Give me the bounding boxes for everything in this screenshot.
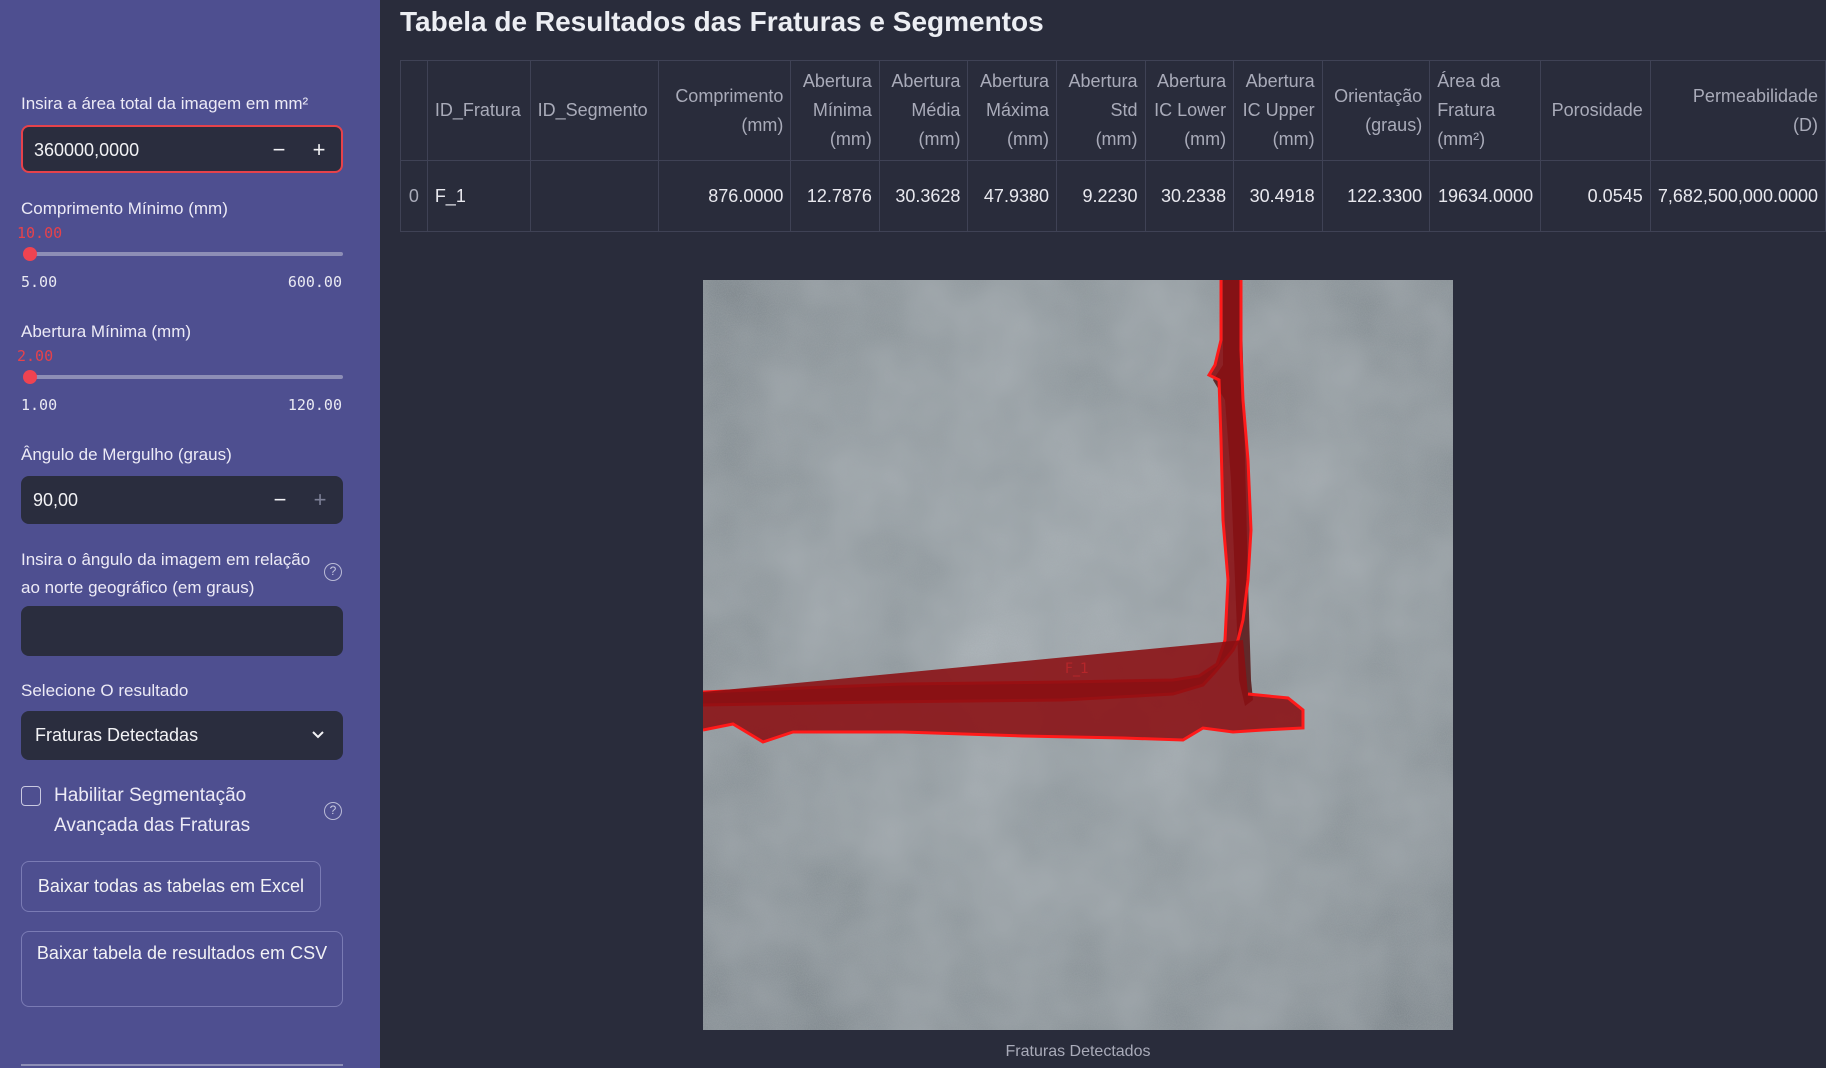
cell-comprimento: 876.0000: [658, 160, 792, 232]
col-header-id-segmento[interactable]: ID_Segmento: [529, 60, 660, 161]
cell-index: 0: [400, 160, 428, 232]
cell-abertura-minima: 12.7876: [790, 160, 880, 232]
cell-abertura-std: 9.2230: [1056, 160, 1146, 232]
cell-porosidade: 0.0545: [1540, 160, 1651, 232]
cell-abertura-ic-lower: 30.2338: [1144, 160, 1235, 232]
col-header-abertura-maxima[interactable]: Abertura Máxima (mm): [967, 60, 1057, 161]
comp-min-slider-value: 10.00: [17, 224, 63, 242]
fracture-label-f1: F_1: [1065, 661, 1089, 677]
col-header-orientacao[interactable]: Orientação (graus): [1321, 60, 1431, 161]
dip-increment-button[interactable]: +: [300, 477, 340, 523]
image-caption: Fraturas Detectados: [1005, 1043, 1151, 1060]
cell-abertura-ic-upper: 30.4918: [1233, 160, 1323, 232]
abert-min-slider-thumb[interactable]: [22, 370, 37, 384]
table-header-row: ID_Fratura ID_Segmento Comprimento (mm) A…: [400, 60, 1826, 161]
fracture-overlay-svg: F_1: [703, 280, 1453, 1030]
col-header-abertura-minima[interactable]: Abertura Mínima (mm): [790, 60, 880, 161]
comp-min-label: Comprimento Mínimo (mm): [21, 199, 228, 218]
col-header-comprimento[interactable]: Comprimento (mm): [658, 60, 792, 161]
dip-input-value[interactable]: 90,00: [33, 477, 78, 523]
col-header-area-fratura[interactable]: Área da Fratura (mm²): [1429, 60, 1542, 161]
results-table[interactable]: ID_Fratura ID_Segmento Comprimento (mm) A…: [400, 60, 1826, 232]
abert-min-slider-min: 1.00: [21, 396, 58, 414]
comp-min-slider-thumb[interactable]: [22, 247, 37, 261]
north-angle-input[interactable]: [21, 606, 343, 656]
cell-id-segmento: [529, 160, 660, 232]
comp-min-slider-min: 5.00: [21, 273, 58, 291]
col-header-abertura-ic-lower[interactable]: Abertura IC Lower (mm): [1144, 60, 1235, 161]
cell-orientacao: 122.3300: [1321, 160, 1431, 232]
col-header-porosidade[interactable]: Porosidade: [1540, 60, 1651, 161]
result-select-value: Fraturas Detectadas: [35, 725, 199, 745]
table-row[interactable]: 0 F_1 876.0000 12.7876 30.3628 47.9380 9…: [400, 160, 1826, 232]
sidebar-divider: [21, 1064, 343, 1066]
area-number-input[interactable]: 360000,0000 − +: [21, 125, 343, 173]
segmentation-checkbox-label[interactable]: Habilitar Segmentação Avançada das Fratu…: [54, 781, 294, 841]
cell-permeabilidade: 7,682,500,000.0000: [1649, 160, 1826, 232]
area-input-value[interactable]: 360000,0000: [34, 127, 139, 173]
comp-min-slider-max: 600.00: [287, 273, 342, 291]
comp-min-slider-track[interactable]: [24, 252, 343, 256]
cell-abertura-maxima: 47.9380: [967, 160, 1057, 232]
sidebar: Insira a área total da imagem em mm² 360…: [0, 0, 380, 1068]
segmentation-checkbox[interactable]: [21, 786, 41, 806]
area-increment-button[interactable]: +: [299, 127, 339, 173]
col-header-index[interactable]: [400, 60, 428, 161]
abert-min-slider-max: 120.00: [287, 396, 342, 414]
chevron-down-icon: [312, 731, 324, 739]
download-excel-button[interactable]: Baixar todas as tabelas em Excel: [21, 861, 321, 912]
north-angle-label: Insira o ângulo da imagem em relação ao …: [21, 550, 311, 597]
segmentation-help-icon[interactable]: ?: [324, 802, 342, 820]
cell-area-fratura: 19634.0000: [1429, 160, 1542, 232]
col-header-abertura-ic-upper[interactable]: Abertura IC Upper (mm): [1233, 60, 1323, 161]
col-header-id-fratura[interactable]: ID_Fratura: [426, 60, 531, 161]
abert-min-label: Abertura Mínima (mm): [21, 322, 192, 341]
result-select[interactable]: Fraturas Detectadas: [21, 711, 343, 760]
cell-abertura-media: 30.3628: [878, 160, 969, 232]
abert-min-slider-track[interactable]: [24, 375, 343, 379]
dip-label: Ângulo de Mergulho (graus): [21, 445, 232, 464]
dip-number-input[interactable]: 90,00 − +: [21, 476, 343, 524]
cell-id-fratura: F_1: [426, 160, 531, 232]
north-angle-help-icon[interactable]: ?: [324, 563, 342, 581]
result-select-label: Selecione O resultado: [21, 681, 189, 700]
abert-min-slider-value: 2.00: [17, 347, 54, 365]
page-title: Tabela de Resultados das Fraturas e Segm…: [400, 6, 1044, 37]
col-header-permeabilidade[interactable]: Permeabilidade (D): [1649, 60, 1826, 161]
area-decrement-button[interactable]: −: [259, 127, 299, 173]
col-header-abertura-media[interactable]: Abertura Média (mm): [878, 60, 969, 161]
dip-decrement-button[interactable]: −: [260, 477, 300, 523]
col-header-abertura-std[interactable]: Abertura Std (mm): [1056, 60, 1146, 161]
download-csv-button[interactable]: Baixar tabela de resultados em CSV: [21, 931, 343, 1007]
fracture-detection-image: F_1: [703, 280, 1453, 1030]
area-label: Insira a área total da imagem em mm²: [21, 94, 309, 113]
